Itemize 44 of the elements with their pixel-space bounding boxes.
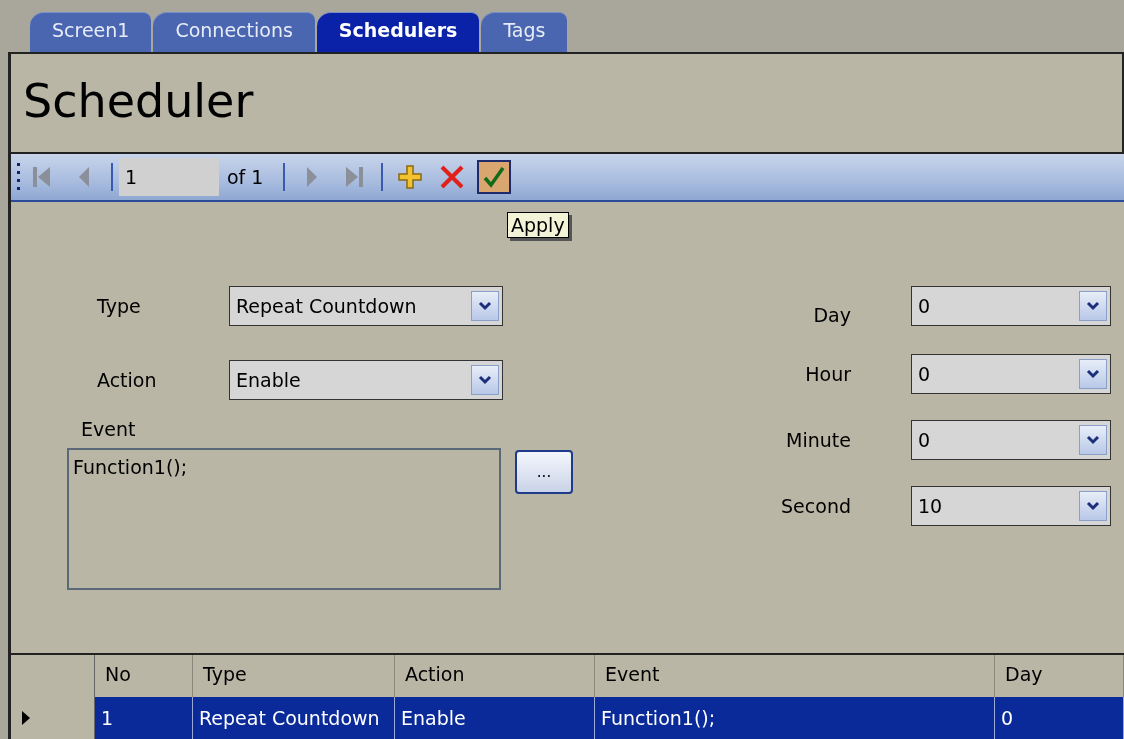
field-label: Day bbox=[812, 304, 852, 326]
dropdown[interactable]: 0 bbox=[911, 286, 1111, 326]
dropdown[interactable]: 10 bbox=[911, 486, 1111, 526]
chevron-down-icon bbox=[1086, 501, 1100, 511]
next-page-icon bbox=[306, 166, 319, 188]
chevron-down-icon bbox=[1086, 369, 1100, 379]
plus-icon bbox=[398, 165, 423, 189]
chevron-down-icon bbox=[1086, 435, 1100, 445]
field-label: Hour bbox=[804, 363, 852, 385]
field-label: Type bbox=[96, 295, 142, 317]
tab[interactable]: Schedulers bbox=[316, 12, 480, 52]
table-cell: Repeat Countdown bbox=[193, 697, 395, 739]
tooltip: Apply bbox=[507, 212, 569, 238]
first-page-icon bbox=[32, 165, 52, 189]
checkmark-icon bbox=[482, 165, 507, 189]
dropdown[interactable]: 0 bbox=[911, 420, 1111, 460]
tab[interactable]: Screen1 bbox=[30, 12, 152, 52]
tab[interactable]: Tags bbox=[481, 12, 568, 52]
table-cell: 0 bbox=[995, 697, 1124, 739]
table-cell: 1 bbox=[95, 697, 193, 739]
dropdown[interactable]: 0 bbox=[911, 354, 1111, 394]
field-label: Second bbox=[780, 495, 852, 517]
table-cell: Enable bbox=[395, 697, 595, 739]
field-label: Action bbox=[96, 369, 158, 391]
browse-button[interactable]: ... bbox=[515, 450, 573, 494]
event-field[interactable]: Function1(); bbox=[67, 448, 501, 590]
page-number-field[interactable]: 1 bbox=[119, 158, 219, 196]
field-label: Event bbox=[81, 418, 137, 440]
current-row-icon bbox=[21, 710, 31, 726]
page-title: Scheduler bbox=[22, 73, 254, 128]
dropdown[interactable]: Repeat Countdown bbox=[229, 286, 503, 326]
table-cell: Function1(); bbox=[595, 697, 995, 739]
apply-button[interactable] bbox=[477, 160, 512, 194]
chevron-down-icon bbox=[478, 375, 492, 385]
last-page-icon bbox=[344, 165, 365, 189]
tab[interactable]: Connections bbox=[153, 12, 315, 52]
page-count: of 1 bbox=[226, 166, 265, 188]
field-label: Minute bbox=[785, 429, 852, 451]
chevron-down-icon bbox=[478, 301, 492, 311]
close-icon bbox=[439, 164, 466, 190]
chevron-down-icon bbox=[1086, 301, 1100, 311]
previous-page-icon bbox=[78, 166, 90, 188]
dropdown[interactable]: Enable bbox=[229, 360, 503, 400]
grip-icon bbox=[17, 162, 21, 192]
